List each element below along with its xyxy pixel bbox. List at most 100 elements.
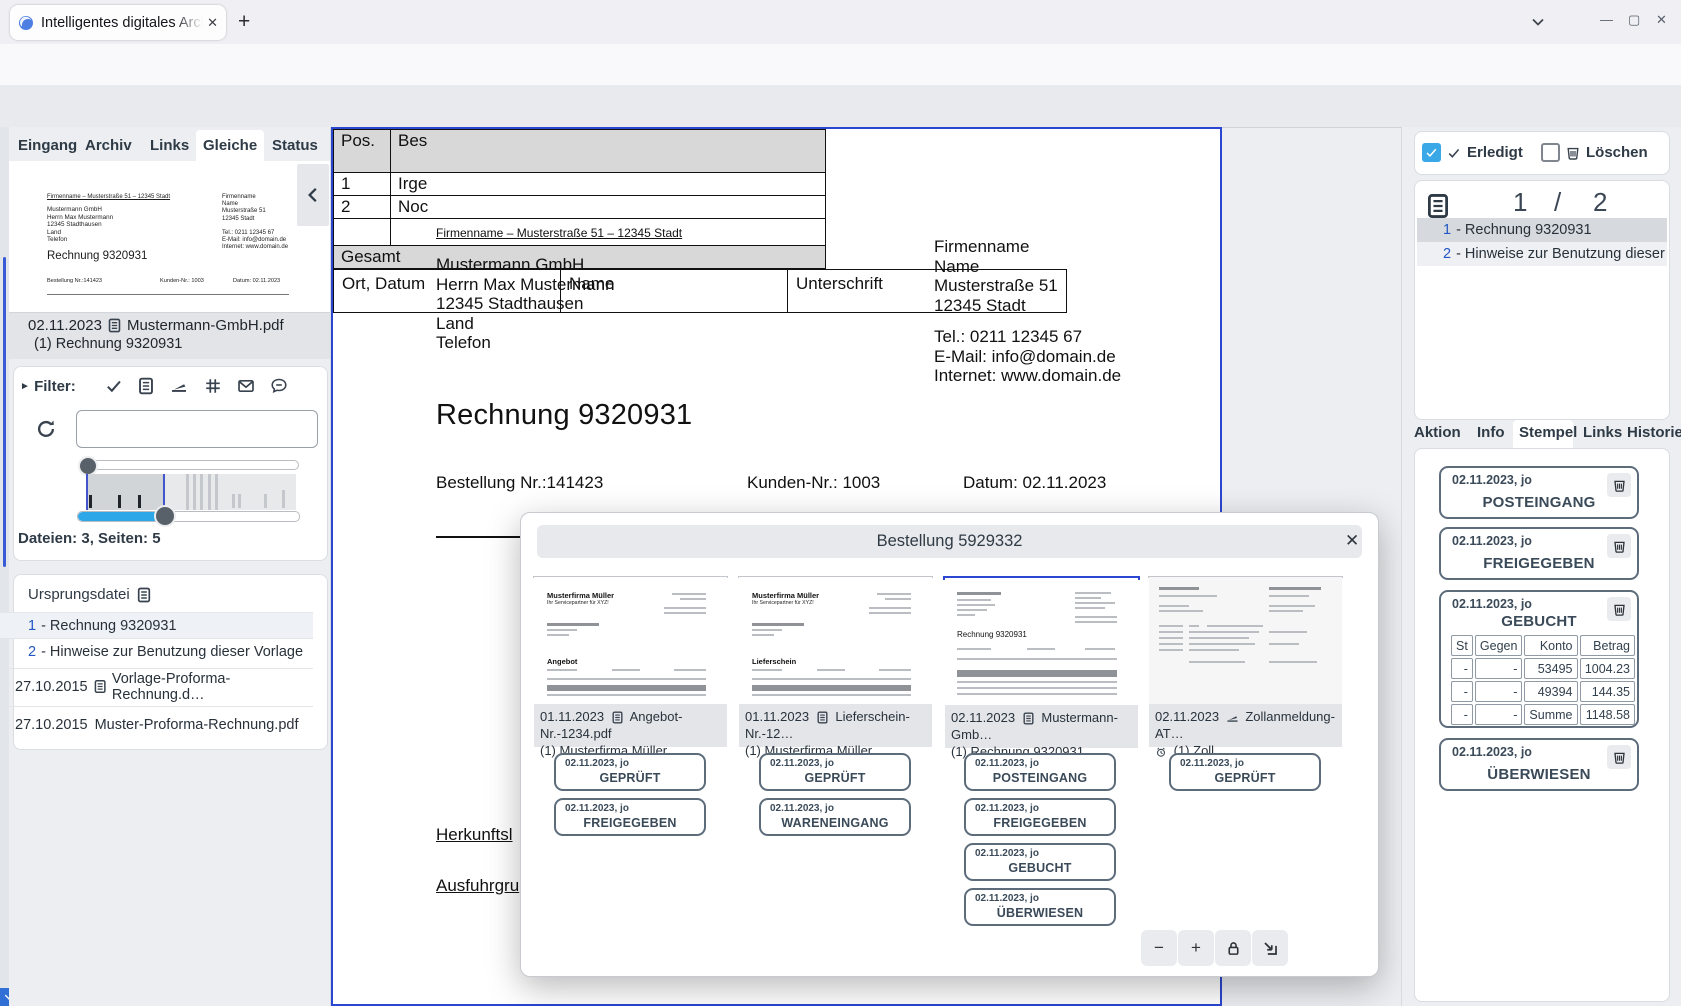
thumb-contact: Tel.: 0211 12345 67E-Mail: info@domain.d… — [222, 230, 288, 252]
range-slider-handle[interactable] — [78, 456, 98, 476]
selected-file-row[interactable]: 02.11.2023 Mustermann-GmbH.pdf (1) Rechn… — [9, 312, 330, 359]
filter-comment-icon[interactable] — [270, 377, 288, 395]
tab-eingang[interactable]: Eingang — [18, 137, 77, 154]
thumb-sender-line: Firmenname – Musterstraße 51 – 12345 Sta… — [47, 194, 170, 200]
stamp-geprueft[interactable]: 02.11.2023, joGEPRÜFT — [1169, 753, 1321, 791]
collapse-panel-button[interactable] — [297, 164, 329, 226]
filter-refresh-icon[interactable] — [35, 418, 57, 440]
trash-icon — [1612, 478, 1627, 493]
filter-scan-icon[interactable] — [170, 377, 188, 395]
stamp-delete-button[interactable] — [1607, 597, 1631, 621]
stamp-wareneingang[interactable]: 02.11.2023, joWARENEINGANG — [759, 798, 911, 836]
linked-doc-zollanmeldung[interactable]: 02.11.2023 Zollanmeldung-AT… (1) Zoll — [1148, 576, 1343, 578]
browser-tab[interactable]: Intelligentes digitales Arch ✕ — [10, 5, 226, 40]
erledigt-checkbox[interactable] — [1422, 143, 1441, 162]
doc-thumbnail: Rechnung 9320931 — [945, 578, 1138, 706]
doc-customer-no: Kunden-Nr.: 1003 — [747, 473, 880, 493]
pager-total: 2 — [1593, 187, 1607, 218]
linked-doc-angebot[interactable]: Musterfirma Müller Ihr Servicepartner fü… — [533, 576, 728, 578]
tab-info[interactable]: Info — [1477, 424, 1505, 441]
document-thumbnail[interactable]: Firmenname – Musterstraße 51 – 12345 Sta… — [30, 172, 292, 308]
tab-links-r[interactable]: Links — [1583, 424, 1622, 441]
stamp-freigegeben[interactable]: 02.11.2023, joFREIGEGEBEN — [964, 798, 1116, 836]
doc-title: Rechnung 9320931 — [436, 399, 692, 432]
files-info: Dateien: 3, Seiten: 5 — [18, 530, 161, 547]
scroll-indicator — [3, 257, 6, 567]
window-minimize-button[interactable]: — — [1600, 12, 1613, 27]
tab-aktion[interactable]: Aktion — [1414, 424, 1461, 441]
doc-recipient-block: Mustermann GmbHHerrn Max Mustermann 1234… — [436, 255, 615, 353]
stamp-delete-button[interactable] — [1607, 745, 1631, 769]
range-slider-track[interactable] — [85, 460, 299, 470]
page-row-1[interactable]: 1 - Rechnung 9320931 — [1417, 218, 1667, 242]
linked-doc-lieferschein[interactable]: Musterfirma Müller Ihr Servicepartner fü… — [738, 576, 933, 578]
document-icon — [611, 711, 624, 724]
exit-corner-icon — [1262, 940, 1279, 957]
pages-panel: 1 / 2 — [1414, 180, 1670, 420]
tab-archiv[interactable]: Archiv — [85, 137, 132, 154]
scan-icon — [1226, 711, 1239, 724]
filter-grid-icon[interactable] — [204, 377, 222, 395]
filter-check-icon[interactable] — [105, 377, 123, 395]
window-close-button[interactable]: ✕ — [1656, 12, 1667, 28]
stamp-ueberwiesen[interactable]: 02.11.2023, joÜBERWIESEN — [964, 888, 1116, 926]
doc-order-no: Bestellung Nr.:141423 — [436, 473, 603, 493]
tab-close-icon[interactable]: ✕ — [207, 15, 218, 31]
browser-nav-bar: https://dms.spiraltrax.com Suchen — [0, 44, 1681, 86]
filter-mail-icon[interactable] — [237, 377, 255, 395]
document-icon — [107, 318, 122, 333]
page-row-2[interactable]: 2 - Hinweise zur Benutzung dieser Vo… — [1417, 242, 1667, 266]
stamp-delete-button[interactable] — [1607, 473, 1631, 497]
filter-document-icon[interactable] — [137, 377, 155, 395]
source-file-row[interactable]: 27.10.2015 Muster-Proforma-Rechnung.pdf — [0, 706, 313, 742]
thumb-recipient: Mustermann GmbHHerrn Max Mustermann 1234… — [47, 206, 113, 244]
stamp-freigegeben[interactable]: 02.11.2023, joFREIGEGEBEN — [554, 798, 706, 836]
thumb-company: FirmennameName Musterstraße 5112345 Stad… — [222, 194, 266, 223]
thumb-rule — [47, 294, 289, 295]
stamp-gebucht[interactable]: 02.11.2023, jo GEBUCHT St Gegen Konto Be… — [1439, 590, 1639, 728]
stamp-gebucht[interactable]: 02.11.2023, joGEBUCHT — [964, 843, 1116, 881]
stamp-posteingang[interactable]: 02.11.2023, joPOSTEINGANG — [964, 753, 1116, 791]
doc-caption: 01.11.2023 Angebot-Nr.-1234.pdf (1) Must… — [534, 704, 727, 747]
stamp-geprueft[interactable]: 02.11.2023, joGEPRÜFT — [554, 753, 706, 791]
zoom-slider-handle[interactable] — [154, 505, 176, 527]
new-tab-button[interactable]: + — [238, 10, 250, 34]
stamp-freigegeben[interactable]: 02.11.2023, joFREIGEGEBEN — [1439, 527, 1639, 580]
erledigt-label: Erledigt — [1467, 144, 1523, 161]
filter-input[interactable] — [76, 410, 318, 448]
left-scroll-rail[interactable] — [0, 127, 9, 1006]
zoom-slider-track[interactable] — [77, 511, 300, 522]
loeschen-checkbox[interactable] — [1541, 143, 1560, 162]
pager-current: 1 — [1513, 187, 1527, 218]
file-date: 02.11.2023 — [28, 317, 102, 334]
modal-zoom-out-button[interactable]: − — [1141, 930, 1177, 966]
modal-zoom-in-button[interactable]: + — [1178, 930, 1214, 966]
trash-icon — [1612, 750, 1627, 765]
tab-list-chevron-icon[interactable] — [1530, 14, 1546, 30]
browser-tab-bar: Intelligentes digitales Arch ✕ + — ▢ ✕ — [0, 0, 1681, 45]
stamp-posteingang[interactable]: 02.11.2023, joPOSTEINGANG — [1439, 466, 1639, 519]
source-file-row[interactable]: 27.10.2015 Vorlage-Proforma-Rechnung.d… — [0, 668, 313, 704]
doc-items-table: Pos.Bes 1Irge 2Noc Gesamt — [333, 129, 826, 269]
modal-lock-button[interactable] — [1215, 930, 1251, 966]
document-icon — [1425, 193, 1451, 219]
trash-icon — [1612, 539, 1627, 554]
tab-gleiche[interactable]: Gleiche — [203, 137, 257, 154]
tab-status[interactable]: Status — [272, 137, 318, 154]
source-page-1[interactable]: 1 - Rechnung 9320931 — [0, 612, 313, 638]
filter-bullet[interactable]: ► — [20, 381, 30, 392]
tab-stempel[interactable]: Stempel — [1519, 424, 1577, 441]
linked-doc-rechnung[interactable]: Rechnung 9320931 02.11.2023 Mustermann-G… — [943, 576, 1140, 580]
modal-close-icon[interactable]: ✕ — [1345, 531, 1359, 551]
doc-ausfuhr-label: Ausfuhrgru — [436, 876, 519, 896]
window-maximize-button[interactable]: ▢ — [1628, 12, 1640, 28]
stamp-delete-button[interactable] — [1607, 534, 1631, 558]
tab-historie[interactable]: Historie — [1627, 424, 1681, 441]
modal-export-button[interactable] — [1252, 930, 1288, 966]
doc-contact-block: Tel.: 0211 12345 67E-Mail: info@domain.d… — [934, 327, 1121, 386]
source-page-2[interactable]: 2 - Hinweise zur Benutzung dieser Vorlag… — [0, 638, 313, 664]
stamp-ueberwiesen[interactable]: 02.11.2023, joÜBERWIESEN — [1439, 738, 1639, 791]
tab-links[interactable]: Links — [150, 137, 189, 154]
modal-title: Bestellung 5929332 — [877, 532, 1023, 551]
stamp-geprueft[interactable]: 02.11.2023, joGEPRÜFT — [759, 753, 911, 791]
